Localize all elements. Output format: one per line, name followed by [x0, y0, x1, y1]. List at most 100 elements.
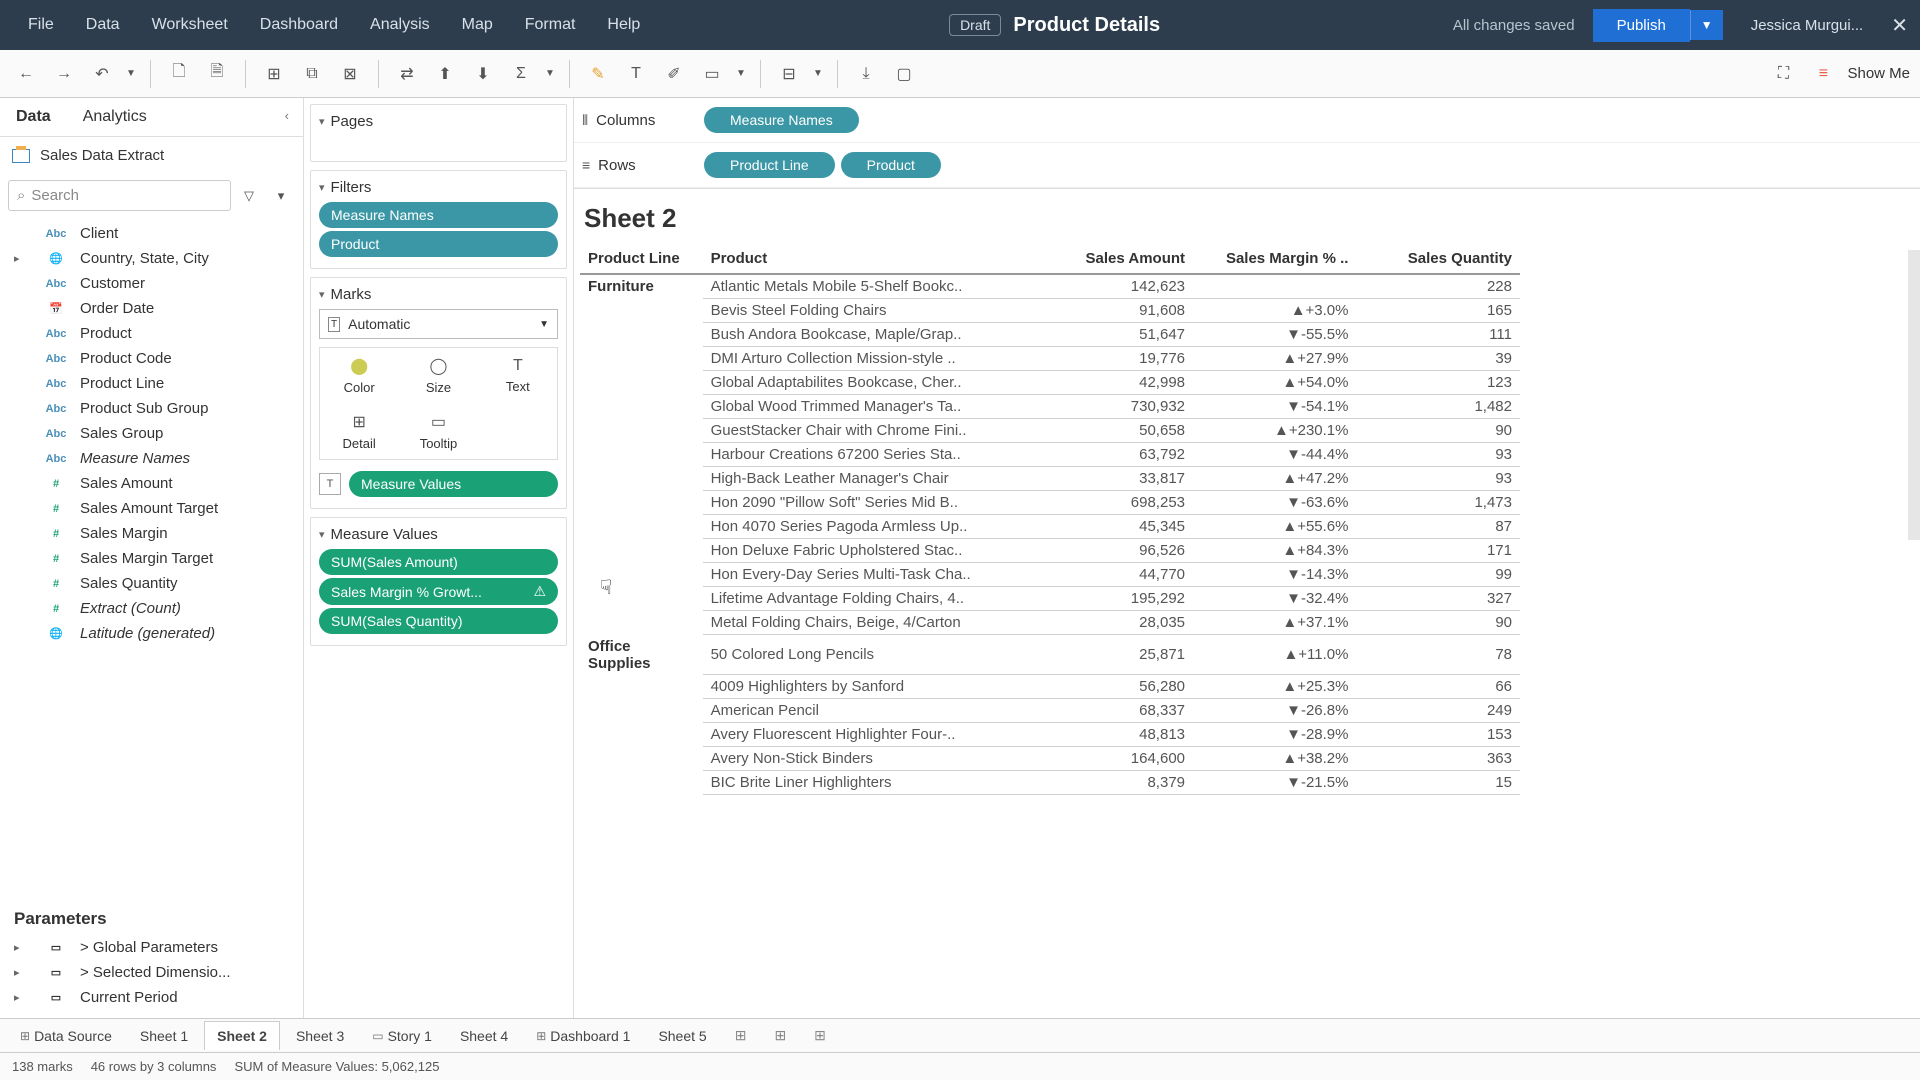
undo-icon[interactable]: ↶ — [86, 58, 118, 90]
vertical-scrollbar[interactable] — [1908, 250, 1920, 540]
sort-asc-icon[interactable]: ⬆ — [429, 58, 461, 90]
format-icon[interactable]: ✐ — [658, 58, 690, 90]
sheet-tab[interactable]: ⊞Data Source — [8, 1022, 124, 1050]
table-row[interactable]: Hon 4070 Series Pagoda Armless Up..45,34… — [580, 515, 1520, 539]
totals-drop-icon[interactable]: ▼ — [543, 58, 557, 90]
undo-drop-icon[interactable]: ▼ — [124, 58, 138, 90]
table-row[interactable]: FurnitureAtlantic Metals Mobile 5-Shelf … — [580, 274, 1520, 299]
sheet-title[interactable]: Sheet 2 — [574, 189, 1920, 244]
clear-icon[interactable]: ⊠ — [334, 58, 366, 90]
publish-button[interactable]: Publish — [1593, 9, 1690, 42]
new-datasource-icon[interactable]: 🗋 — [163, 58, 195, 90]
field-item[interactable]: AbcSales Group — [0, 421, 303, 446]
field-item[interactable]: AbcMeasure Names — [0, 446, 303, 471]
labels-icon[interactable]: T — [620, 58, 652, 90]
publish-dropdown[interactable]: ▼ — [1690, 10, 1723, 40]
expand-icon[interactable]: ▸ — [14, 966, 20, 979]
field-item[interactable]: AbcCustomer — [0, 271, 303, 296]
fit-drop-icon[interactable]: ▼ — [734, 58, 748, 90]
presentation-icon[interactable]: ▢ — [888, 58, 920, 90]
field-item[interactable]: #Sales Amount — [0, 471, 303, 496]
analytics-tab[interactable]: Analytics — [67, 98, 163, 136]
field-item[interactable]: #Sales Margin Target — [0, 546, 303, 571]
table-row[interactable]: Lifetime Advantage Folding Chairs, 4..19… — [580, 587, 1520, 611]
menu-item-data[interactable]: Data — [70, 8, 136, 42]
table-row[interactable]: American Pencil68,337▼-26.8%249 — [580, 699, 1520, 723]
sheet-tab[interactable]: Sheet 2 — [204, 1021, 280, 1050]
menu-item-map[interactable]: Map — [446, 8, 509, 42]
field-item[interactable]: ▸🌐Country, State, City — [0, 246, 303, 271]
field-item[interactable]: #Sales Margin — [0, 521, 303, 546]
sheet-tab[interactable]: ▭Story 1 — [360, 1022, 444, 1050]
rows-pill[interactable]: Product Line — [704, 152, 835, 178]
new-sheet-icon[interactable]: ⊞ — [723, 1021, 759, 1050]
table-row[interactable]: Metal Folding Chairs, Beige, 4/Carton28,… — [580, 611, 1520, 635]
filter-fields-icon[interactable]: ▽ — [235, 181, 263, 211]
table-row[interactable]: 4009 Highlighters by Sanford56,280▲+25.3… — [580, 675, 1520, 699]
showme-icon[interactable]: ≡ — [1807, 58, 1839, 90]
columns-shelf[interactable]: ⦀Columns Measure Names — [574, 98, 1920, 143]
back-icon[interactable]: ← — [10, 58, 42, 90]
table-row[interactable]: Hon Every-Day Series Multi-Task Cha..44,… — [580, 563, 1520, 587]
data-guide-icon[interactable]: ⛶ — [1767, 58, 1799, 90]
new-dashboard-icon[interactable]: ⊞ — [762, 1021, 798, 1050]
mark-size[interactable]: ◯Size — [399, 348, 477, 403]
collapse-panel-icon[interactable]: ‹ — [271, 98, 303, 136]
table-row[interactable]: Hon Deluxe Fabric Upholstered Stac..96,5… — [580, 539, 1520, 563]
table-row[interactable]: Global Adaptabilites Bookcase, Cher..42,… — [580, 371, 1520, 395]
refresh-icon[interactable]: 🗎 — [201, 58, 233, 90]
filter-pill[interactable]: Product — [319, 231, 558, 257]
table-row[interactable]: Global Wood Trimmed Manager's Ta..730,93… — [580, 395, 1520, 419]
user-menu[interactable]: Jessica Murgui... — [1751, 17, 1864, 34]
column-header[interactable]: Sales Margin % .. — [1193, 244, 1356, 274]
table-row[interactable]: Avery Non-Stick Binders164,600▲+38.2%363 — [580, 747, 1520, 771]
table-row[interactable]: Bevis Steel Folding Chairs91,608▲+3.0%16… — [580, 299, 1520, 323]
menu-item-worksheet[interactable]: Worksheet — [136, 8, 244, 42]
duplicate-icon[interactable]: ⧉ — [296, 58, 328, 90]
mark-type-dropdown[interactable]: TAutomatic ▼ — [319, 309, 558, 339]
filter-pill[interactable]: Measure Names — [319, 202, 558, 228]
forward-icon[interactable]: → — [48, 58, 80, 90]
column-header[interactable]: Sales Quantity — [1356, 244, 1520, 274]
expand-icon[interactable]: ▸ — [14, 941, 20, 954]
swap-icon[interactable]: ⇄ — [391, 58, 423, 90]
text-mark-pill[interactable]: Measure Values — [349, 471, 558, 497]
sheet-tab[interactable]: ⊞Dashboard 1 — [524, 1022, 642, 1050]
sheet-tab[interactable]: Sheet 3 — [284, 1022, 356, 1050]
menu-item-file[interactable]: File — [12, 8, 70, 42]
field-item[interactable]: AbcProduct — [0, 321, 303, 346]
table-row[interactable]: BIC Brite Liner Highlighters8,379▼-21.5%… — [580, 771, 1520, 795]
table-row[interactable]: Avery Fluorescent Highlighter Four-..48,… — [580, 723, 1520, 747]
mark-text[interactable]: TText — [479, 348, 557, 403]
sheet-tab[interactable]: Sheet 4 — [448, 1022, 520, 1050]
field-item[interactable]: AbcProduct Sub Group — [0, 396, 303, 421]
chevron-down-icon[interactable]: ▾ — [319, 115, 325, 128]
chevron-down-icon[interactable]: ▾ — [319, 288, 325, 301]
sheet-tab[interactable]: Sheet 1 — [128, 1022, 200, 1050]
field-item[interactable]: 🌐Latitude (generated) — [0, 621, 303, 646]
new-worksheet-icon[interactable]: ⊞ — [258, 58, 290, 90]
rows-shelf[interactable]: ≡Rows Product LineProduct — [574, 143, 1920, 188]
measure-value-pill[interactable]: Sales Margin % Growt... ⚠ — [319, 578, 558, 605]
table-row[interactable]: Bush Andora Bookcase, Maple/Grap..51,647… — [580, 323, 1520, 347]
parameter-item[interactable]: ▸▭Current Period — [0, 985, 303, 1010]
data-tab[interactable]: Data — [0, 98, 67, 136]
datasource-item[interactable]: Sales Data Extract — [0, 137, 303, 174]
table-row[interactable]: High-Back Leather Manager's Chair33,817▲… — [580, 467, 1520, 491]
field-item[interactable]: AbcProduct Code — [0, 346, 303, 371]
field-item[interactable]: AbcProduct Line — [0, 371, 303, 396]
menu-item-dashboard[interactable]: Dashboard — [244, 8, 354, 42]
showme-button[interactable]: Show Me — [1847, 65, 1910, 82]
column-header[interactable]: Sales Amount — [1040, 244, 1193, 274]
expand-icon[interactable]: ▸ — [14, 252, 20, 265]
field-item[interactable]: AbcClient — [0, 221, 303, 246]
fit-icon[interactable]: ▭ — [696, 58, 728, 90]
field-item[interactable]: #Extract (Count) — [0, 596, 303, 621]
column-header[interactable]: Product — [703, 244, 1040, 274]
field-item[interactable]: #Sales Quantity — [0, 571, 303, 596]
field-search-input[interactable]: ⌕ Search — [8, 180, 231, 211]
chevron-down-icon[interactable]: ▾ — [319, 181, 325, 194]
field-item[interactable]: #Sales Amount Target — [0, 496, 303, 521]
mark-color[interactable]: ⬤Color — [320, 348, 398, 403]
columns-pill[interactable]: Measure Names — [704, 107, 859, 133]
